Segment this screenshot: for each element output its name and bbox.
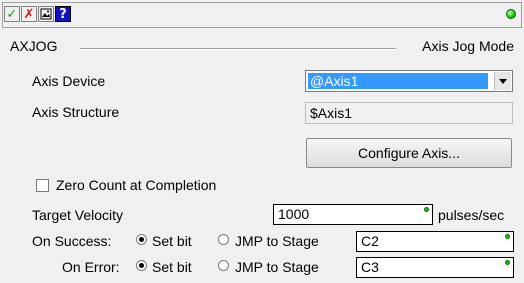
on-success-jmp-radio[interactable] [218, 234, 229, 245]
zero-count-label: Zero Count at Completion [56, 177, 217, 193]
picture-glyph [40, 8, 52, 20]
on-error-value: C3 [361, 259, 379, 275]
toolbar: ✓ ✗ ? [2, 2, 522, 28]
on-success-setbit-label: Set bit [152, 233, 192, 249]
instruction-name: AXJOG [10, 38, 58, 54]
velocity-units: pulses/sec [438, 207, 505, 223]
check-icon[interactable]: ✓ [4, 6, 20, 22]
on-success-jmp-label: JMP to Stage [235, 233, 319, 249]
header: AXJOG Axis Jog Mode [10, 38, 514, 58]
target-velocity-value: 1000 [278, 206, 310, 222]
zero-count-checkbox[interactable] [36, 179, 49, 192]
status-dot-icon [505, 260, 510, 265]
axis-device-value: @Axis1 [308, 73, 488, 89]
on-success-setbit-radio[interactable] [136, 234, 147, 245]
status-dot-icon [424, 207, 429, 212]
on-error-setbit-label: Set bit [152, 259, 192, 275]
configure-axis-label: Configure Axis... [358, 145, 460, 161]
chevron-glyph [499, 78, 507, 84]
configure-axis-button[interactable]: Configure Axis... [306, 138, 512, 168]
axis-structure-label: Axis Structure [32, 104, 120, 120]
header-divider [80, 48, 396, 50]
on-error-label: On Error: [62, 259, 120, 275]
check-glyph: ✓ [6, 6, 18, 22]
status-led-icon [506, 9, 516, 19]
axis-device-dropdown[interactable]: @Axis1 [305, 70, 513, 92]
page-title: Axis Jog Mode [422, 38, 514, 54]
help-glyph: ? [59, 6, 67, 22]
on-error-setbit-radio[interactable] [136, 260, 147, 271]
on-success-input[interactable]: C2 [356, 231, 514, 252]
on-error-jmp-radio[interactable] [218, 260, 229, 271]
target-velocity-label: Target Velocity [32, 207, 124, 223]
axis-structure-field: $Axis1 [305, 102, 513, 124]
chevron-down-icon[interactable] [494, 72, 511, 90]
picture-icon[interactable] [38, 6, 54, 22]
on-error-jmp-label: JMP to Stage [235, 259, 319, 275]
status-dot-icon [505, 234, 510, 239]
on-error-input[interactable]: C3 [356, 257, 514, 278]
help-icon[interactable]: ? [55, 6, 71, 22]
on-success-value: C2 [361, 233, 379, 249]
x-glyph: ✗ [23, 6, 35, 22]
x-icon[interactable]: ✗ [21, 6, 37, 22]
on-success-label: On Success: [32, 233, 112, 249]
target-velocity-input[interactable]: 1000 [273, 204, 433, 225]
axis-device-label: Axis Device [32, 73, 106, 89]
